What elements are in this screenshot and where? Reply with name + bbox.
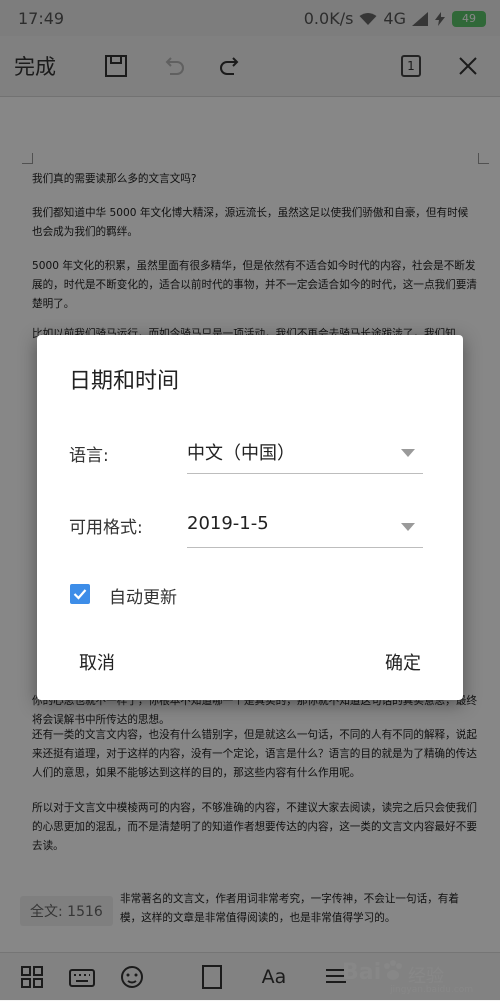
auto-update-checkbox[interactable] — [70, 584, 90, 604]
dialog-title: 日期和时间 — [69, 369, 180, 394]
format-value: 2019-1-5 — [187, 513, 269, 534]
format-label: 可用格式: — [69, 518, 143, 538]
language-select[interactable]: 中文（中国） — [187, 431, 423, 474]
auto-update-label[interactable]: 自动更新 — [109, 583, 177, 608]
date-time-dialog: 日期和时间 语言: 中文（中国） 可用格式: 2019-1-5 自动更新 取消 … — [37, 335, 463, 700]
dropdown-arrow-icon — [401, 449, 415, 457]
ok-button[interactable]: 确定 — [385, 649, 421, 675]
cancel-button[interactable]: 取消 — [79, 649, 115, 675]
language-label: 语言: — [69, 446, 109, 466]
dropdown-arrow-icon — [401, 523, 415, 531]
language-value: 中文（中国） — [187, 443, 295, 464]
checkmark-icon — [73, 589, 87, 600]
format-select[interactable]: 2019-1-5 — [187, 505, 423, 548]
